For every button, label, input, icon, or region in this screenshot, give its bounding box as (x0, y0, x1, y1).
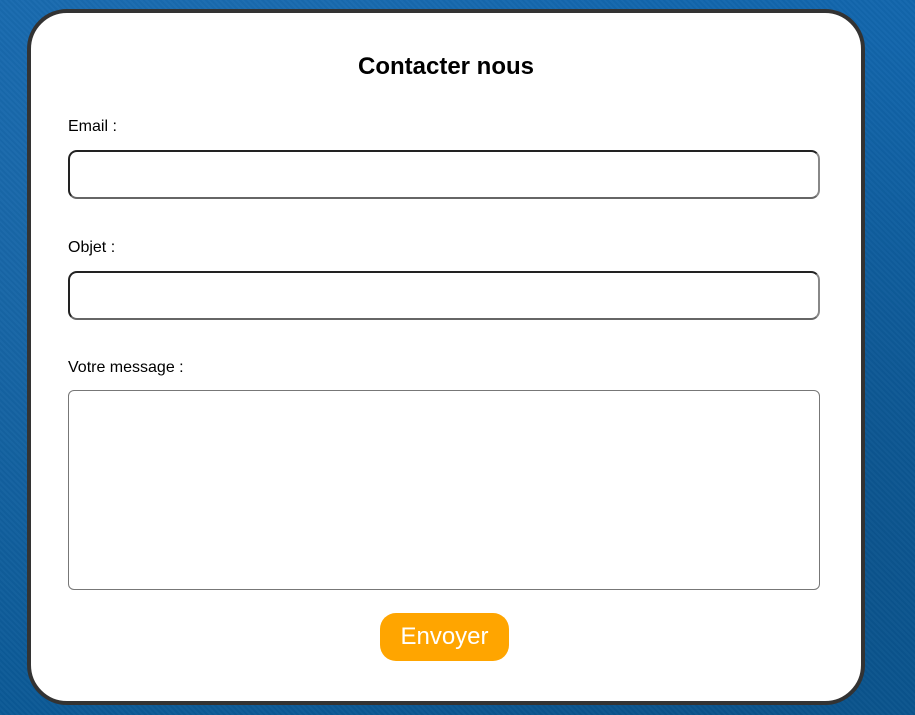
subject-label: Objet : (68, 239, 116, 256)
email-field[interactable] (68, 150, 820, 199)
send-button[interactable]: Envoyer (380, 613, 509, 661)
form-title: Contacter nous (357, 53, 534, 80)
email-label: Email : (68, 118, 117, 135)
message-textarea[interactable] (68, 390, 820, 590)
contact-form-card: Contacter nous Email : Objet : Votre mes… (27, 9, 865, 705)
subject-field[interactable] (68, 271, 820, 320)
message-label: Votre message : (68, 359, 184, 376)
